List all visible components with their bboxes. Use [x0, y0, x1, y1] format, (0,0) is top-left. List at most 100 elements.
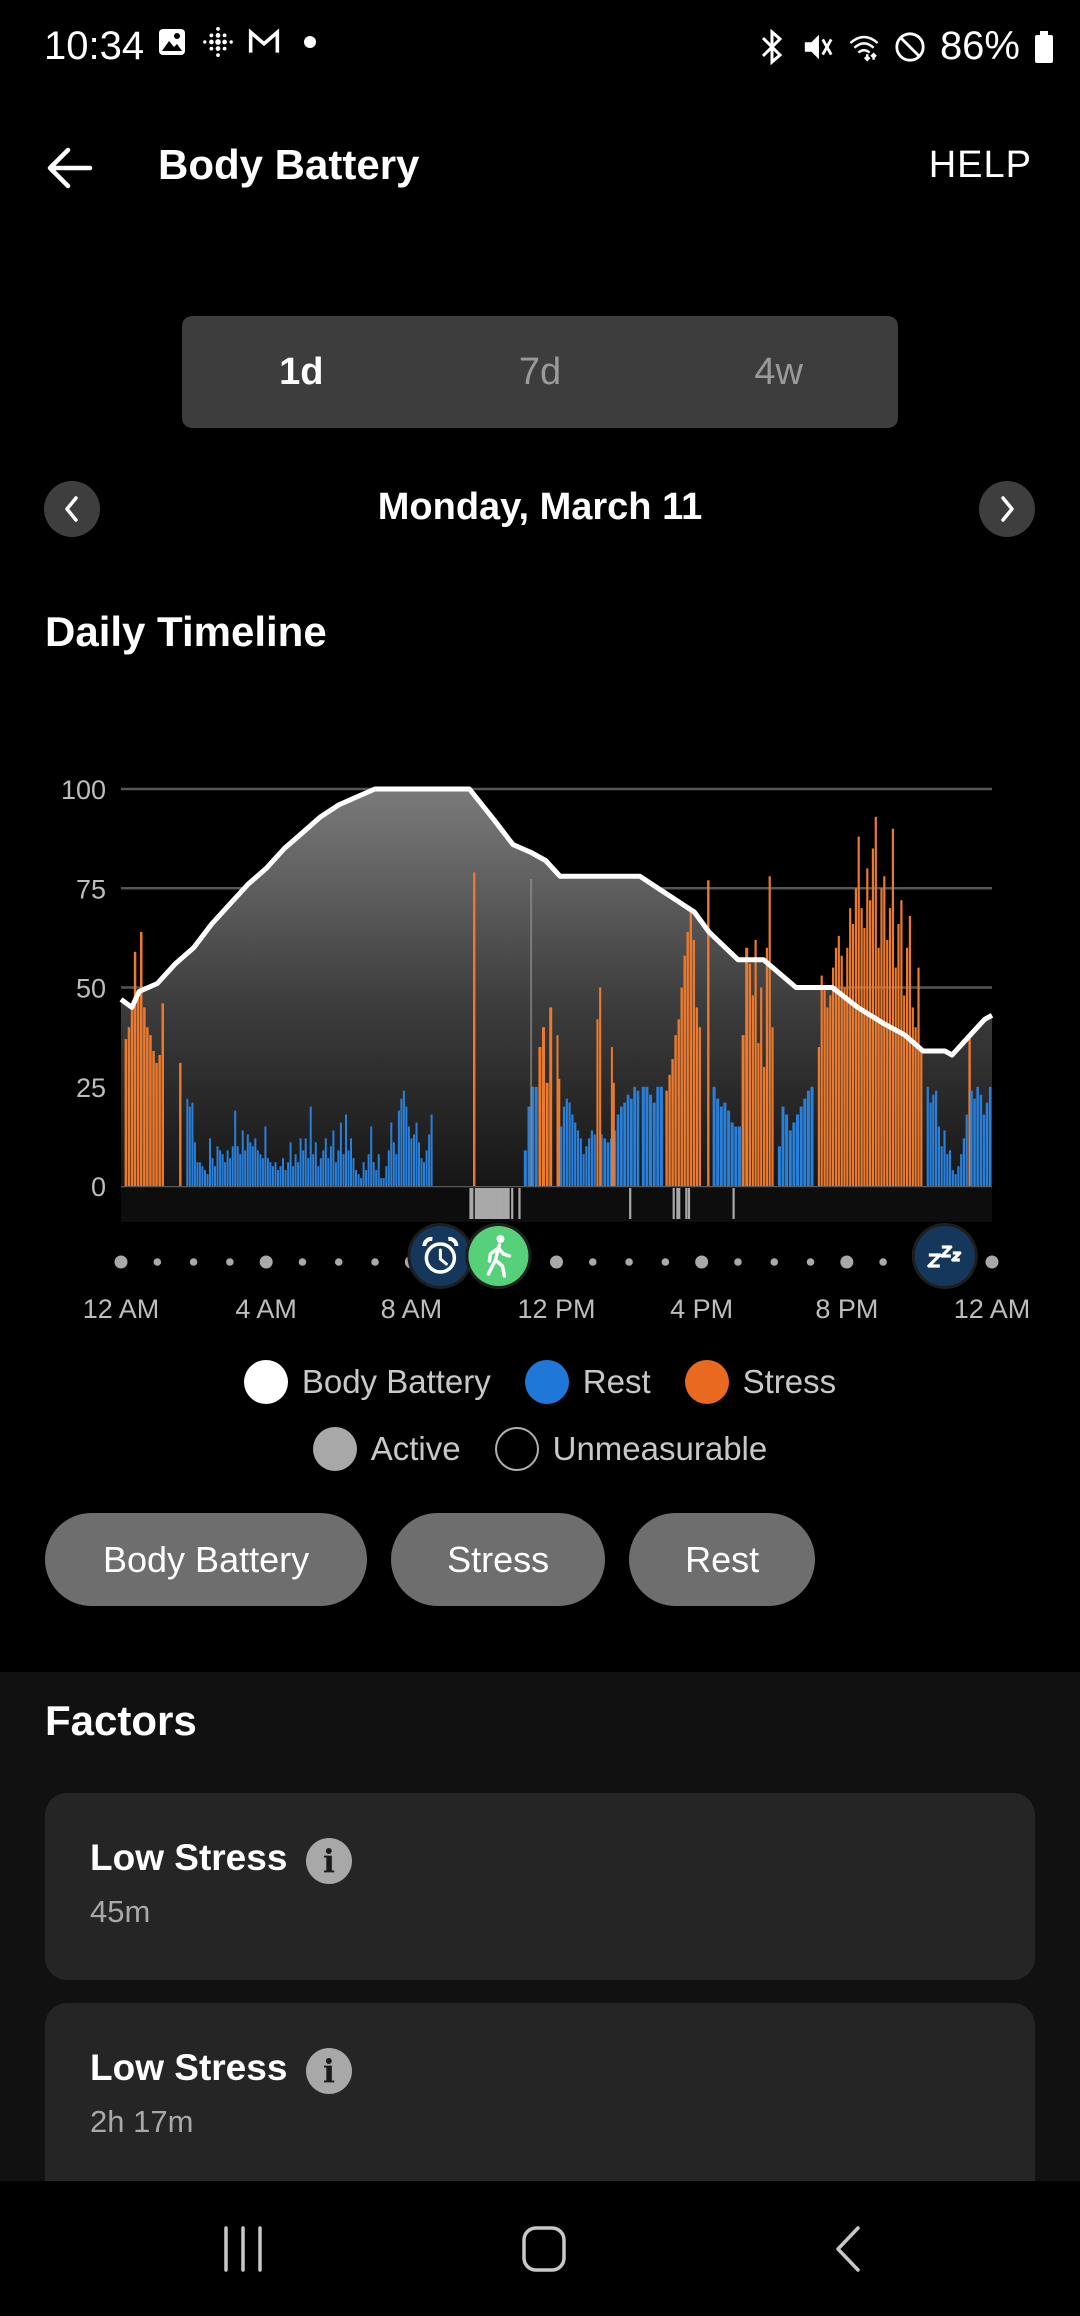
rest-bar	[360, 1178, 363, 1186]
stress-bar	[146, 1027, 149, 1186]
rest-bar	[415, 1122, 418, 1186]
stress-bar	[854, 888, 857, 1187]
stress-bar	[817, 1047, 820, 1186]
rest-bar	[926, 1086, 929, 1187]
stress-bar	[692, 939, 695, 1186]
rest-bar	[350, 1138, 352, 1186]
rest-bar	[385, 1166, 388, 1186]
legend-label: Body Battery	[301, 1363, 491, 1400]
rest-bar	[973, 1098, 976, 1186]
chip-stress[interactable]: Stress	[391, 1513, 606, 1606]
stress-bar	[473, 872, 476, 1186]
rest-bar	[560, 1126, 563, 1186]
bluetooth-icon	[756, 28, 788, 65]
recents-button[interactable]	[218, 2226, 268, 2277]
stress-bar	[771, 1027, 774, 1186]
stress-bar	[751, 995, 754, 1186]
hour-dot	[770, 1258, 779, 1266]
battery-percent: 86%	[939, 24, 1020, 68]
range-tabs: 1d 7d 4w	[182, 316, 898, 428]
factors-title: Factors	[45, 1697, 197, 1744]
alarm-icon[interactable]	[407, 1223, 474, 1289]
rest-bar	[407, 1126, 410, 1186]
rest-bar	[206, 1174, 209, 1186]
daily-timeline-chart[interactable]: 100 75 50 25 0 12 AM 4 AM 8 AM 12 PM 4 PM 8 PM 12 …	[0, 760, 1080, 1320]
rest-bar	[585, 1146, 588, 1186]
rest-bar	[571, 1114, 574, 1186]
next-day-button[interactable]	[979, 481, 1035, 537]
legend-swatch-rest	[524, 1360, 569, 1404]
factor-card[interactable]: Low Stress i 2h 17m	[45, 2003, 1035, 2203]
rest-bar	[324, 1138, 327, 1186]
help-button[interactable]: HELP	[929, 144, 1032, 187]
home-button[interactable]	[521, 2225, 567, 2278]
rest-bar	[392, 1142, 395, 1186]
rest-bar	[226, 1150, 229, 1186]
legend-label: Unmeasurable	[552, 1430, 768, 1467]
stress-bar	[849, 908, 852, 1186]
date-label: Monday, March 11	[377, 486, 703, 528]
back-button[interactable]	[38, 137, 100, 199]
stress-bar	[130, 1003, 134, 1186]
rest-bar	[334, 1162, 337, 1186]
hour-dot	[189, 1258, 198, 1266]
rest-bar	[241, 1130, 244, 1186]
stress-bar	[914, 1027, 917, 1186]
info-icon[interactable]: i	[306, 2048, 352, 2094]
factor-card[interactable]: Low Stress i 45m	[45, 1793, 1035, 1980]
nav-back-button[interactable]	[830, 2225, 866, 2278]
rest-bar	[588, 1138, 591, 1186]
rest-bar	[792, 1122, 796, 1186]
rest-bar	[292, 1166, 295, 1186]
legend-rest: Rest	[524, 1360, 651, 1404]
stress-bar	[906, 947, 909, 1186]
rest-bar	[337, 1150, 340, 1186]
rest-bar	[960, 1154, 963, 1186]
rest-bar	[405, 1106, 408, 1186]
stress-bar	[900, 900, 903, 1186]
rest-bar	[307, 1158, 310, 1186]
rest-bar	[214, 1166, 216, 1186]
stress-bar	[863, 928, 866, 1186]
rest-bar	[221, 1154, 224, 1186]
rest-bar	[284, 1170, 287, 1186]
rest-bar	[387, 1150, 390, 1186]
rest-bar	[287, 1162, 290, 1186]
chip-rest[interactable]: Rest	[629, 1513, 816, 1606]
stress-bar	[894, 967, 897, 1186]
rest-bar	[362, 1162, 365, 1186]
tab-4w[interactable]: 4w	[659, 316, 898, 428]
hour-dot	[625, 1258, 633, 1266]
walking-icon[interactable]	[465, 1223, 532, 1289]
rest-bar	[623, 1102, 626, 1186]
rest-bar	[565, 1098, 568, 1186]
rest-bar	[590, 1130, 593, 1186]
rest-bar	[932, 1094, 935, 1186]
rest-bar	[976, 1086, 979, 1187]
rest-bar	[219, 1150, 222, 1186]
stress-bar	[748, 963, 751, 1186]
stress-bar	[888, 908, 892, 1186]
rest-bar	[309, 1106, 312, 1186]
tab-7d[interactable]: 7d	[421, 316, 660, 428]
tab-1d[interactable]: 1d	[182, 316, 421, 428]
stress-bar	[903, 995, 906, 1186]
rest-bar	[269, 1162, 272, 1186]
rest-bar	[616, 1114, 620, 1186]
chip-body-battery[interactable]: Body Battery	[45, 1513, 368, 1606]
rest-bar	[342, 1154, 345, 1186]
stress-bar	[665, 1090, 668, 1186]
rest-bar	[271, 1166, 274, 1186]
stress-bar	[680, 987, 683, 1186]
rest-bar	[229, 1158, 232, 1186]
legend-swatch-unmeasurable	[494, 1427, 539, 1471]
active-mark	[629, 1188, 632, 1219]
stress-bar	[155, 1062, 158, 1186]
info-icon[interactable]: i	[306, 1838, 352, 1884]
status-left-icons	[156, 26, 326, 58]
rest-bar	[282, 1158, 284, 1186]
rest-bar	[191, 1102, 194, 1186]
rest-bar	[345, 1114, 347, 1186]
rest-bar	[397, 1110, 400, 1186]
sleep-icon[interactable]	[911, 1223, 978, 1289]
